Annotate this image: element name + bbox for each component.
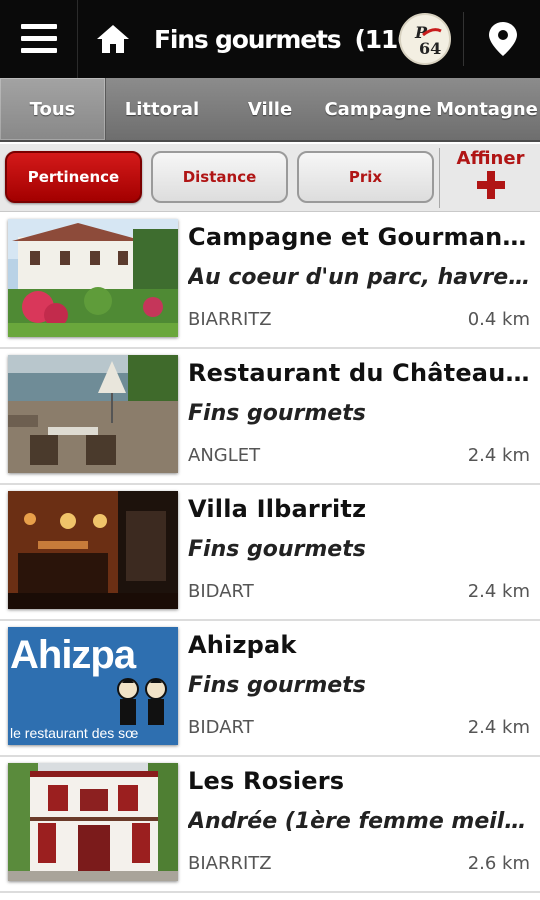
- restaurant-name: Ahizpak: [188, 631, 297, 659]
- list-item[interactable]: Villa Ilbarritz Fins gourmets BIDART 2.4…: [0, 485, 540, 621]
- restaurant-city: BIARRITZ: [188, 853, 272, 874]
- restaurant-name: Villa Ilbarritz: [188, 495, 367, 523]
- tab-tous[interactable]: Tous: [0, 78, 106, 140]
- category-tabs: Tous Littoral Ville Campagne Montagne: [0, 78, 540, 142]
- results-list[interactable]: Campagne et Gourmand... Au coeur d'un pa…: [0, 213, 540, 900]
- restaurant-city: BIDART: [188, 581, 254, 602]
- restaurant-description: Fins gourmets: [188, 401, 366, 426]
- restaurant-description: Fins gourmets: [188, 673, 366, 698]
- restaurant-name: Restaurant du Château ...: [188, 359, 532, 387]
- list-item[interactable]: Restaurant du Château ... Fins gourmets …: [0, 349, 540, 485]
- list-item[interactable]: Les Rosiers Andrée (1ère femme meilleu..…: [0, 757, 540, 893]
- svg-text:64: 64: [419, 39, 441, 58]
- tab-campagne[interactable]: Campagne: [322, 78, 434, 140]
- tab-ville[interactable]: Ville: [218, 78, 322, 140]
- figures-illustration: [117, 678, 167, 725]
- sort-pertinence-button[interactable]: Pertinence: [5, 151, 142, 203]
- restaurant-distance: 2.4 km: [467, 717, 530, 738]
- tab-montagne[interactable]: Montagne: [434, 78, 540, 140]
- restaurant-distance: 2.4 km: [467, 581, 530, 602]
- sort-prix-button[interactable]: Prix: [297, 151, 434, 203]
- restaurant-description: Andrée (1ère femme meilleu...: [188, 809, 532, 834]
- restaurant-description: Fins gourmets: [188, 537, 366, 562]
- location-button[interactable]: [466, 0, 540, 78]
- thumbnail-villa-ilbarritz: [8, 491, 178, 609]
- sort-divider: [439, 148, 440, 208]
- page-title: Fins gourmets (116): [154, 0, 425, 78]
- plus-icon: [476, 171, 505, 199]
- p64-logo-icon: P 64: [414, 23, 442, 58]
- restaurant-name: Campagne et Gourmand...: [188, 223, 532, 251]
- menu-icon: [20, 24, 57, 53]
- thumbnail-ahizpak-subtext: le restaurant des sœ: [10, 725, 139, 741]
- home-icon: [97, 25, 129, 53]
- thumbnail-les-rosiers: [8, 763, 178, 881]
- restaurant-city: BIDART: [188, 717, 254, 738]
- restaurant-distance: 2.6 km: [467, 853, 530, 874]
- thumbnail-ahizpak: Ahizpa le restaurant des sœ: [8, 627, 178, 745]
- restaurant-distance: 2.4 km: [467, 445, 530, 466]
- list-item[interactable]: Ahizpa le restaurant des sœ Ahizpak Fins…: [0, 621, 540, 757]
- sort-bar: Pertinence Distance Prix Affiner: [0, 144, 540, 212]
- p64-logo[interactable]: P 64: [399, 13, 451, 65]
- sort-distance-button[interactable]: Distance: [151, 151, 288, 203]
- affiner-button[interactable]: Affiner: [441, 144, 540, 212]
- tab-littoral[interactable]: Littoral: [106, 78, 218, 140]
- thumbnail-campagne-et-gourmandise: [8, 219, 178, 337]
- restaurant-city: BIARRITZ: [188, 309, 272, 330]
- page-title-text: Fins gourmets: [154, 24, 342, 54]
- restaurant-city: ANGLET: [188, 445, 261, 466]
- thumbnail-restaurant-du-chateau: [8, 355, 178, 473]
- menu-button[interactable]: [0, 0, 78, 78]
- topbar-separator: [463, 12, 464, 66]
- top-app-bar: Fins gourmets (116) P 64: [0, 0, 540, 78]
- restaurant-description: Au coeur d'un parc, havre de...: [188, 265, 532, 290]
- location-pin-icon: [489, 22, 517, 56]
- home-button[interactable]: [80, 0, 146, 78]
- restaurant-name: Les Rosiers: [188, 767, 345, 795]
- list-item[interactable]: Campagne et Gourmand... Au coeur d'un pa…: [0, 213, 540, 349]
- restaurant-distance: 0.4 km: [467, 309, 530, 330]
- thumbnail-ahizpak-logo-text: Ahizpa: [10, 633, 136, 677]
- affiner-label: Affiner: [456, 148, 525, 169]
